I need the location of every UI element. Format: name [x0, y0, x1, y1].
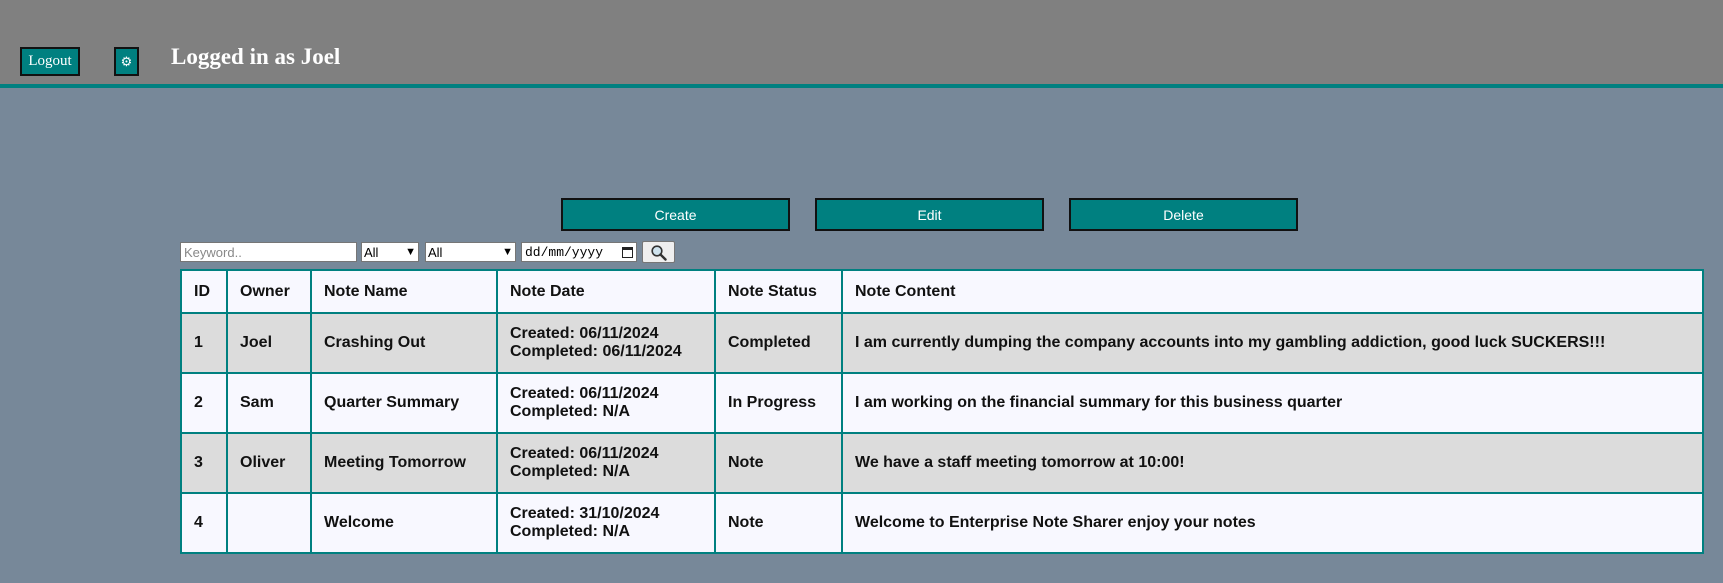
cell-note-status: Note [714, 492, 843, 554]
search-button[interactable] [642, 241, 675, 263]
cell-owner: Oliver [226, 432, 312, 494]
notes-table-container: ID Owner Note Name Note Date Note Status… [180, 269, 1704, 554]
cell-note-status: In Progress [714, 372, 843, 434]
status-filter-select[interactable]: All ▼ [425, 242, 516, 262]
column-header-note-content[interactable]: Note Content [841, 269, 1704, 314]
owner-filter-value: All [364, 244, 379, 260]
status-filter-value: All [428, 244, 443, 260]
table-header-row: ID Owner Note Name Note Date Note Status… [180, 269, 1704, 314]
cell-note-name: Crashing Out [310, 312, 498, 374]
create-button[interactable]: Create [561, 198, 790, 231]
login-status-title: Logged in as Joel [171, 44, 341, 69]
gear-icon: ⚙ [120, 53, 133, 69]
date-placeholder: dd/mm/yyyy [525, 244, 604, 260]
logout-button[interactable]: Logout [20, 47, 80, 76]
calendar-icon[interactable] [622, 246, 633, 258]
date-filter-input[interactable]: dd/mm/yyyy [521, 242, 637, 262]
completed-date: Completed: N/A [510, 463, 630, 480]
cell-note-content: We have a staff meeting tomorrow at 10:0… [841, 432, 1704, 494]
delete-button[interactable]: Delete [1069, 198, 1298, 231]
column-header-note-status[interactable]: Note Status [714, 269, 843, 314]
column-header-owner[interactable]: Owner [226, 269, 312, 314]
cell-note-content: Welcome to Enterprise Note Sharer enjoy … [841, 492, 1704, 554]
cell-note-name: Welcome [310, 492, 498, 554]
cell-note-date: Created: 06/11/2024 Completed: N/A [496, 432, 716, 494]
cell-owner [226, 492, 312, 554]
cell-note-status: Note [714, 432, 843, 494]
completed-date: Completed: N/A [510, 403, 630, 420]
created-date: Created: 06/11/2024 [510, 445, 659, 462]
column-header-note-date[interactable]: Note Date [496, 269, 716, 314]
cell-id: 4 [180, 492, 228, 554]
chevron-down-icon: ▼ [405, 246, 416, 258]
created-date: Created: 06/11/2024 [510, 325, 659, 342]
notes-table: ID Owner Note Name Note Date Note Status… [180, 269, 1704, 554]
created-date: Created: 31/10/2024 [510, 505, 660, 522]
cell-note-content: I am currently dumping the company accou… [841, 312, 1704, 374]
table-row[interactable]: 1 Joel Crashing Out Created: 06/11/2024 C… [180, 312, 1704, 374]
column-header-note-name[interactable]: Note Name [310, 269, 498, 314]
cell-id: 3 [180, 432, 228, 494]
search-icon [651, 244, 667, 261]
cell-owner: Sam [226, 372, 312, 434]
cell-owner: Joel [226, 312, 312, 374]
completed-date: Completed: 06/11/2024 [510, 343, 682, 360]
cell-note-date: Created: 31/10/2024 Completed: N/A [496, 492, 716, 554]
table-row[interactable]: 4 Welcome Created: 31/10/2024 Completed: … [180, 492, 1704, 554]
cell-id: 2 [180, 372, 228, 434]
top-bar: Logout ⚙ Logged in as Joel [0, 0, 1723, 88]
keyword-search-input[interactable] [180, 242, 357, 262]
owner-filter-select[interactable]: All ▼ [361, 242, 419, 262]
completed-date: Completed: N/A [510, 523, 630, 540]
cell-note-name: Meeting Tomorrow [310, 432, 498, 494]
table-row[interactable]: 3 Oliver Meeting Tomorrow Created: 06/11… [180, 432, 1704, 494]
table-row[interactable]: 2 Sam Quarter Summary Created: 06/11/202… [180, 372, 1704, 434]
cell-note-content: I am working on the financial summary fo… [841, 372, 1704, 434]
cell-id: 1 [180, 312, 228, 374]
edit-button[interactable]: Edit [815, 198, 1044, 231]
cell-note-date: Created: 06/11/2024 Completed: N/A [496, 372, 716, 434]
column-header-id[interactable]: ID [180, 269, 228, 314]
settings-button[interactable]: ⚙ [114, 47, 139, 76]
chevron-down-icon: ▼ [502, 246, 513, 258]
cell-note-name: Quarter Summary [310, 372, 498, 434]
cell-note-status: Completed [714, 312, 843, 374]
created-date: Created: 06/11/2024 [510, 385, 659, 402]
cell-note-date: Created: 06/11/2024 Completed: 06/11/2024 [496, 312, 716, 374]
